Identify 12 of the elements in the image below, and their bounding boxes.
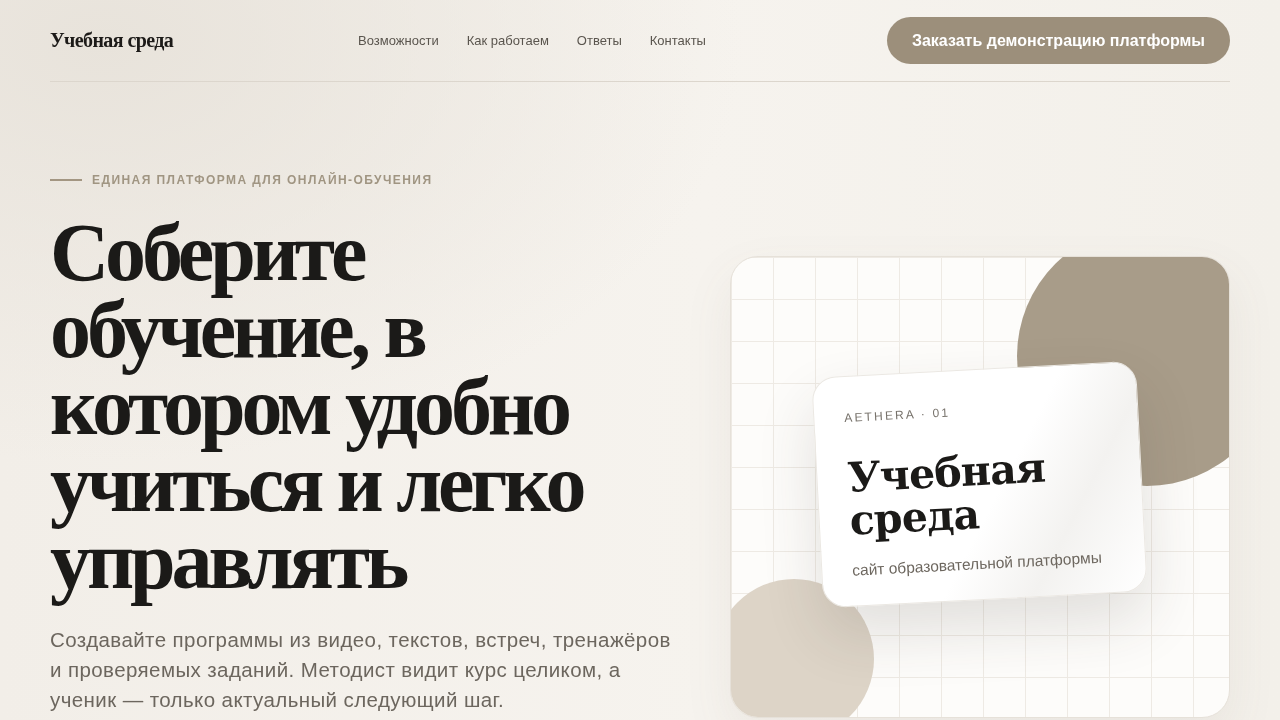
eyebrow-text: ЕДИНАЯ ПЛАТФОРМА ДЛЯ ОНЛАЙН-ОБУЧЕНИЯ [92, 173, 433, 187]
card-label: AETHERA · 01 [843, 404, 952, 425]
card-subtitle: сайт образовательной платформы [851, 548, 1104, 580]
hero-description: Создавайте программы из видео, текстов, встреч, тренажёров и проверяемых заданий. Методист видит курс целиком, а ученик — только актуальный следующий шаг. [50, 627, 672, 713]
hero-heading: Соберите обучение, в котором удобно учиться и легко управлять [49, 214, 584, 606]
nav-link[interactable]: Как работаем [466, 33, 549, 48]
card-title: Учебная среда [846, 443, 1048, 543]
logo[interactable]: Учебная среда [50, 29, 174, 52]
nav-link[interactable]: Возможности [358, 33, 439, 48]
accent-line [50, 179, 82, 181]
nav-link[interactable]: Ответы [576, 33, 622, 48]
nav-link[interactable]: Контакты [649, 33, 706, 48]
